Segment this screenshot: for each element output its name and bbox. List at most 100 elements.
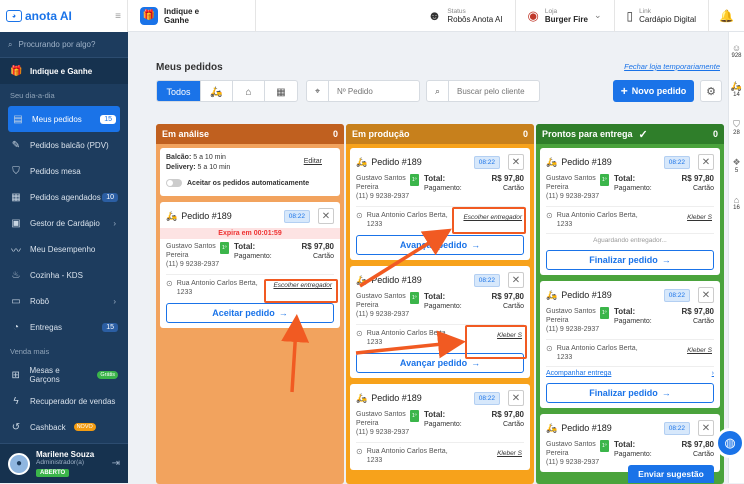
column-header: Prontos para entrega ✓ 0 (536, 124, 724, 144)
filter-store[interactable]: ⌂ (233, 81, 265, 101)
topbar-status[interactable]: ☻ Status Robôs Anota AI (416, 0, 516, 32)
rs-item-deliveries[interactable]: 🛵 14 (729, 70, 744, 108)
support-chat-button[interactable]: ◍ (715, 428, 744, 458)
arrow-right-icon: → (471, 240, 481, 250)
customer-search-input[interactable] (449, 86, 529, 96)
order-card[interactable]: 🛵 Pedido #189 08:22 ✕ Gustavo Santos Pereira… (350, 148, 530, 260)
cancel-order-button[interactable]: ✕ (698, 287, 714, 303)
close-store-link[interactable]: Fechar loja temporariamente (624, 62, 720, 71)
store-logo-icon: ◉ (527, 7, 539, 23)
chat-bubble-icon: ◍ (724, 435, 736, 450)
chevron-right-icon: › (113, 296, 116, 306)
courier-name-link[interactable]: Kleber S (687, 214, 712, 221)
sidebar-item-indique[interactable]: 🎁 Indique e Ganhe (0, 58, 128, 84)
chevron-down-icon: ⌄ (593, 10, 602, 20)
sidebar-item-mesas[interactable]: ⊞ Mesas e Garçons Grátis (0, 362, 128, 388)
finish-order-button[interactable]: Finalizar pedido → (546, 383, 714, 403)
chevron-right-icon: › (113, 218, 116, 228)
advance-order-button[interactable]: Avançar pedido → (356, 235, 524, 255)
sidebar-item-kds[interactable]: ♨ Cozinha - KDS (0, 262, 128, 288)
send-suggestion-button[interactable]: Enviar sugestão (628, 465, 714, 483)
finish-order-button[interactable]: Finalizar pedido → (546, 250, 714, 270)
cancel-order-button[interactable]: ✕ (508, 390, 524, 406)
motorcycle-icon: 🛵 (546, 289, 558, 300)
order-card[interactable]: 🛵 Pedido #189 08:22 ✕ Gustavo Santos Pereira… (540, 148, 720, 275)
collapse-menu-icon[interactable]: ≡ (115, 11, 121, 22)
cancel-order-button[interactable]: ✕ (698, 154, 714, 170)
edit-prep-time-link[interactable]: Editar (304, 158, 322, 165)
sidebar-item-recuperador[interactable]: ϟ Recuperador de vendas (0, 388, 128, 414)
cancel-order-button[interactable]: ✕ (508, 154, 524, 170)
notification-bell[interactable]: 🔔 (709, 0, 744, 32)
sidebar-search[interactable]: ⌕ Procurando por algo? (0, 32, 128, 58)
first-order-badge: 1º (600, 440, 609, 452)
topbar-link[interactable]: ▯ Link Cardápio Digital (615, 0, 710, 32)
order-card[interactable]: 🛵 Pedido #189 08:22 ✕ Gustavo Santos Pereira… (540, 414, 720, 472)
main-area: Meus pedidos Fechar loja temporariamente… (128, 32, 728, 484)
topbar-indique[interactable]: 🎁 Indique e Ganhe (128, 0, 256, 32)
sidebar-item-desempenho[interactable]: 〰 Meu Desempenho (0, 236, 128, 262)
reject-order-button[interactable]: ✕ (318, 208, 334, 224)
filter-delivery[interactable]: 🛵 (201, 81, 233, 101)
courier-name-link[interactable]: Kleber S (687, 347, 712, 354)
time-badge: 08:22 (663, 155, 690, 169)
accept-order-button[interactable]: Aceitar pedido → (166, 303, 334, 323)
order-number-field[interactable]: ⌖ (306, 80, 420, 102)
order-number-input[interactable] (329, 86, 409, 96)
sidebar-item-meus-pedidos[interactable]: ▤ Meus pedidos 15 (8, 106, 120, 132)
column-header: Em produção 0 (346, 124, 534, 144)
filter-all[interactable]: Todos (157, 81, 201, 101)
sidebar-item-cashback[interactable]: ↺ Cashback NOVO (0, 414, 128, 440)
rs-item-counter[interactable]: ⌂ 16 (729, 184, 744, 222)
cancel-order-button[interactable]: ✕ (698, 420, 714, 436)
chat-icon: ▭ (11, 295, 21, 307)
rs-item-customers[interactable]: ☺ 928 (729, 32, 744, 70)
right-icon-strip: ☺ 928 🛵 14 ⛉ 28 ❖ 5 ⌂ 16 (728, 32, 744, 483)
order-card[interactable]: 🛵 Pedido #189 08:22 ✕ Gustavo Santos Pereira… (350, 266, 530, 378)
courier-name-link[interactable]: Kleber S (497, 450, 522, 457)
topbar-store[interactable]: ◉ Loja Burger Fire ⌄ (516, 0, 615, 32)
filter-scheduled[interactable]: ▦ (265, 81, 297, 101)
sidebar-header: ◕ anota AI ≡ (0, 0, 128, 32)
column-production: Em produção 0 🛵 Pedido #189 08:22 ✕ Gustavo … (346, 124, 534, 484)
first-order-badge: 1º (410, 410, 419, 422)
user-role: Administrador(a) (36, 459, 85, 466)
sidebar-item-entregas[interactable]: ◔ Entregas 15 (0, 314, 128, 340)
rs-item-tables[interactable]: ⛉ 28 (729, 108, 744, 146)
sidebar-item-mesa[interactable]: ⛉ Pedidos mesa (0, 158, 128, 184)
chevron-right-icon: › (711, 370, 714, 377)
order-card[interactable]: 🛵 Pedido #189 08:22 ✕ Gustavo Santos Pereira… (540, 281, 720, 408)
menu-book-icon: ▣ (11, 217, 21, 229)
search-icon: ⌕ (8, 39, 13, 49)
auto-accept-toggle[interactable] (166, 179, 182, 187)
order-card[interactable]: 🛵 Pedido #189 08:22 ✕ Gustavo Santos Pereira… (350, 384, 530, 470)
sidebar-item-robo[interactable]: ▭ Robô › (0, 288, 128, 314)
free-tag: Grátis (97, 371, 118, 379)
order-card[interactable]: 🛵 Pedido #189 08:22 ✕ Expira em 00:01:59 Gu… (160, 202, 340, 328)
sidebar-item-cardapio[interactable]: ▣ Gestor de Cardápio › (0, 210, 128, 236)
logo[interactable]: ◕ anota AI (6, 9, 72, 23)
sidebar-item-pdv[interactable]: ✎ Pedidos balcão (PDV) (0, 132, 128, 158)
track-delivery-link[interactable]: Acompanhar entrega › (546, 366, 714, 377)
lightning-icon: ϟ (13, 395, 19, 407)
logout-icon[interactable]: ⇥ (112, 458, 120, 469)
column-header: Em análise 0 (156, 124, 344, 144)
location-pin-icon: ⊙ (356, 447, 363, 456)
settings-button[interactable]: ⚙ (700, 80, 722, 102)
plus-icon: + (620, 84, 628, 98)
cancel-order-button[interactable]: ✕ (508, 272, 524, 288)
user-panel[interactable]: ● Marilene Souza Administrador(a) ABERTO… (0, 443, 128, 483)
rs-item-products[interactable]: ❖ 5 (729, 146, 744, 184)
search-icon: ⌕ (427, 80, 449, 102)
orders-icon: ▤ (13, 113, 23, 125)
sidebar: ◕ anota AI ≡ ⌕ Procurando por algo? 🎁 Indiq… (0, 0, 128, 483)
phone-icon: ▯ (626, 8, 634, 23)
sidebar-item-agendados[interactable]: ▦ Pedidos agendados 10 (0, 184, 128, 210)
time-badge: 08:22 (283, 209, 310, 223)
cashback-icon: ↺ (11, 421, 21, 433)
chart-icon: 〰 (11, 245, 21, 257)
time-badge: 08:22 (663, 421, 690, 435)
new-order-button[interactable]: + Novo pedido (613, 80, 694, 102)
customer-search-field[interactable]: ⌕ (426, 80, 540, 102)
first-order-badge: 1º (220, 242, 229, 254)
